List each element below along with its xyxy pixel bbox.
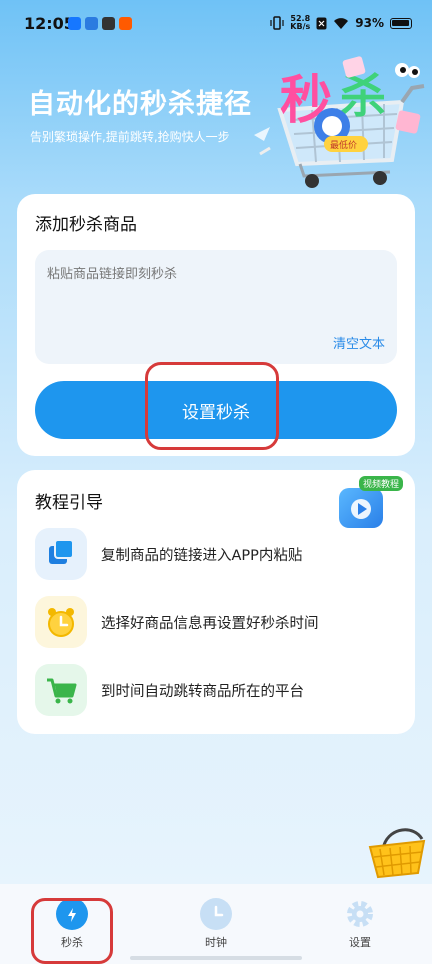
clock-icon [200,898,232,930]
copy-icon [35,528,87,580]
hero-subtitle: 告别繁琐操作,提前跳转,抢购快人一步 [30,130,230,144]
art-tag: 最低价 [330,139,357,151]
tab-settings[interactable]: 设置 [330,898,390,950]
vibrate-icon [270,16,284,30]
status-right: 52.8 KB/s 93% [270,15,412,31]
basket-float-icon[interactable] [366,825,428,880]
video-tutorial-tag: 视频教程 [358,476,403,491]
seckill-tab-highlight [31,898,113,964]
tutorial-step-3: 到时间自动跳转商品所在的平台 [35,664,395,716]
tutorial-title: 教程引导 [35,493,103,513]
tab-settings-label: 设置 [349,936,371,949]
tutorial-step-1: 复制商品的链接进入APP内粘贴 [35,528,395,580]
paste-link-placeholder: 粘贴商品链接即刻秒杀 [47,267,178,282]
tutorial-step-2-text: 选择好商品信息再设置好秒杀时间 [101,616,319,632]
tab-clock[interactable]: 时钟 [186,898,246,950]
taobao-notification-icon [119,17,132,30]
home-indicator[interactable] [130,956,302,960]
alipay-notification-icon [68,17,81,30]
net-speed-unit: KB/s [290,22,311,31]
video-tutorial-button[interactable]: 视频教程 [333,476,403,532]
wifi-icon [334,17,349,29]
net-speed: 52.8 KB/s [290,15,310,31]
add-seckill-title: 添加秒杀商品 [35,215,137,235]
art-char-2: 杀 [340,69,386,123]
set-seckill-highlight [145,362,279,450]
paste-link-input[interactable]: 粘贴商品链接即刻秒杀 清空文本 [35,250,397,364]
hero-title: 自动化的秒杀捷径 [28,89,252,120]
clear-text-button[interactable]: 清空文本 [333,333,385,352]
notification-icons [68,17,132,30]
shopping-cart-icon [35,664,87,716]
battery-percent: 93% [355,16,384,30]
link-notification-icon [102,17,115,30]
tutorial-step-2: 选择好商品信息再设置好秒杀时间 [35,596,395,648]
shopping-cart-illustration: 秒 杀 最低价 [254,56,425,188]
tutorial-step-1-text: 复制商品的链接进入APP内粘贴 [101,548,303,564]
wallet-notification-icon [85,17,98,30]
video-icon [339,488,383,528]
tutorial-card: 教程引导 视频教程 复制商品的链接进入APP内粘贴 选择好商品信息再设置好秒杀时… [17,470,415,734]
tutorial-step-3-text: 到时间自动跳转商品所在的平台 [101,684,304,700]
sim-off-icon [316,17,327,29]
gear-icon [344,898,376,930]
tab-clock-label: 时钟 [205,936,227,949]
alarm-clock-icon [35,596,87,648]
battery-icon [390,17,412,29]
